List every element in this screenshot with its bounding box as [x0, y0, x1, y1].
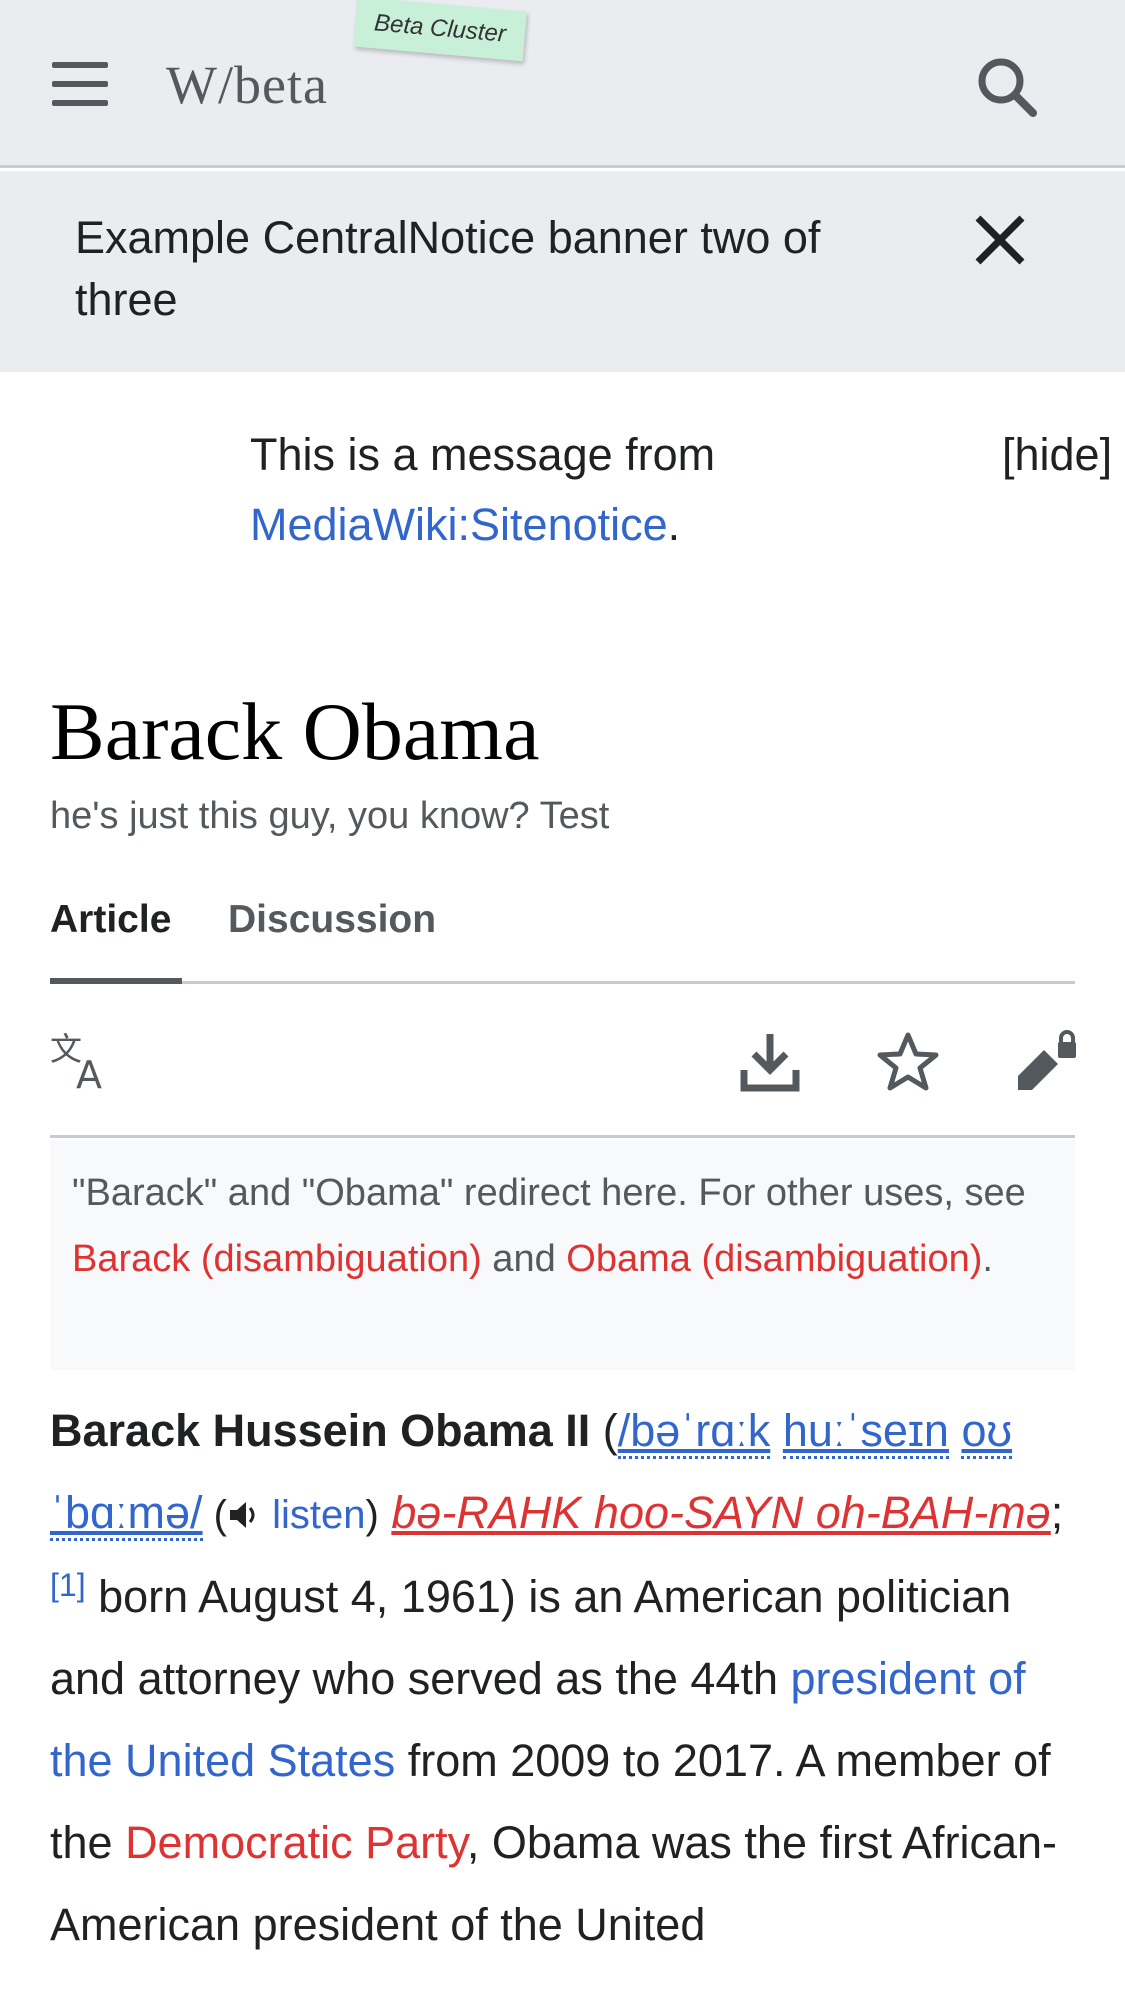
site-header: W/beta Beta Cluster	[0, 0, 1125, 168]
respelling-link[interactable]: bə-RAHK hoo-SAYN oh-BAH-mə	[391, 1487, 1050, 1538]
hide-sitenotice-link[interactable]: [hide]	[1002, 420, 1112, 490]
download-icon[interactable]	[738, 1030, 802, 1094]
hatnote-link-obama[interactable]: Obama (disambiguation)	[566, 1238, 982, 1280]
lead-text: (	[590, 1405, 618, 1456]
sitenotice-link[interactable]: MediaWiki:Sitenotice	[250, 499, 668, 550]
listen-link[interactable]: listen	[272, 1493, 365, 1537]
reference-link[interactable]: [1]	[50, 1567, 86, 1603]
page-title: Barack Obama	[50, 686, 540, 777]
lead-text: )	[365, 1493, 379, 1537]
close-icon[interactable]	[970, 210, 1030, 270]
sitenotice-prefix: This is a message from	[250, 429, 716, 480]
sitenotice-suffix: .	[667, 499, 681, 550]
search-icon[interactable]	[975, 55, 1039, 119]
svg-text:A: A	[76, 1053, 102, 1094]
lead-paragraph: Barack Hussein Obama II (/bəˈrɑːk huːˈse…	[50, 1390, 1080, 1966]
lead-text: (	[202, 1493, 227, 1537]
page-actions: 文 A	[50, 1020, 1078, 1138]
hatnote-link-barack[interactable]: Barack (disambiguation)	[72, 1238, 482, 1280]
watch-star-icon[interactable]	[876, 1030, 940, 1094]
speaker-icon[interactable]	[227, 1498, 261, 1532]
page-description: he's just this guy, you know? Test	[50, 795, 610, 837]
edit-lock-icon[interactable]	[1014, 1030, 1078, 1094]
language-icon[interactable]: 文 A	[50, 1030, 114, 1097]
page-tabs: Article Discussion	[50, 880, 1075, 984]
hatnote: "Barack" and "Obama" redirect here. For …	[50, 1140, 1075, 1370]
hatnote-text: .	[982, 1238, 993, 1280]
centralnotice-banner: Example CentralNotice banner two of thre…	[0, 171, 1125, 372]
democratic-party-link[interactable]: Democratic Party	[125, 1817, 467, 1868]
sitenotice: This is a message from MediaWiki:Sitenot…	[250, 420, 810, 560]
article-subject-name: Barack Hussein Obama II	[50, 1405, 591, 1456]
lead-text: ;	[1050, 1487, 1064, 1538]
ipa-link[interactable]: huːˈseɪn	[782, 1405, 949, 1459]
listen-group: ( listen)	[203, 1493, 379, 1537]
banner-text: Example CentralNotice banner two of thre…	[75, 212, 821, 325]
hatnote-text: "Barack" and "Obama" redirect here. For …	[72, 1172, 1026, 1214]
hatnote-text: and	[481, 1238, 567, 1280]
hamburger-menu-icon[interactable]	[50, 60, 110, 110]
ipa-link[interactable]: /bəˈrɑːk	[617, 1405, 771, 1459]
site-wordmark[interactable]: W/beta	[166, 54, 328, 116]
tab-discussion[interactable]: Discussion	[228, 898, 436, 942]
beta-cluster-tag: Beta Cluster	[353, 0, 527, 62]
active-tab-indicator	[50, 978, 182, 984]
tab-article[interactable]: Article	[50, 898, 171, 942]
